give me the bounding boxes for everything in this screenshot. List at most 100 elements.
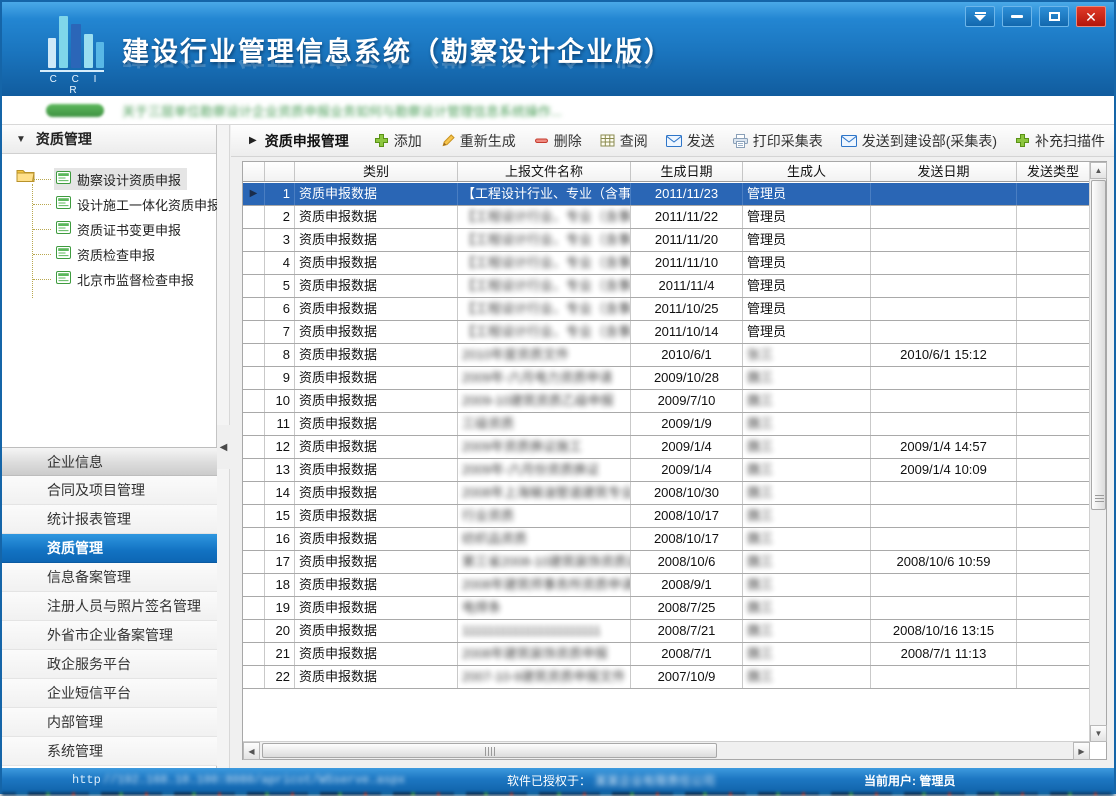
column-header-上报文件名称[interactable]: 上报文件名称: [458, 162, 631, 181]
filename-cell: 2008年建筑装饰资质申报: [458, 643, 631, 665]
table-row[interactable]: 6资质申报数据【工程设计行业、专业（含事务所...2011/10/25管理员: [243, 298, 1090, 321]
category-cell: 资质申报数据: [295, 436, 458, 458]
sidebar-item-外省市企业备案管理[interactable]: 外省市企业备案管理: [2, 621, 217, 650]
table-row[interactable]: 15资质申报数据行业资质2008/10/17魏三: [243, 505, 1090, 528]
chevron-down-icon: ▼: [16, 134, 26, 145]
maximize-button[interactable]: [1039, 6, 1069, 27]
table-row[interactable]: 13资质申报数据2009年-六月份资质换证2009/1/4魏三2009/1/4 …: [243, 459, 1090, 482]
table-row[interactable]: 21资质申报数据2008年建筑装饰资质申报2008/7/1魏三2008/7/1 …: [243, 643, 1090, 666]
toolbar-button-添加[interactable]: 添加: [374, 131, 422, 151]
tree-panel-header[interactable]: ▼ 资质管理: [2, 125, 216, 154]
vertical-scroll-thumb[interactable]: [1091, 180, 1106, 510]
sidebar-item-内部管理[interactable]: 内部管理: [2, 708, 217, 737]
table-row[interactable]: 5资质申报数据【工程设计行业、专业（含事务所...2011/11/4管理员: [243, 275, 1090, 298]
toolbar-button-删除[interactable]: 删除: [534, 131, 582, 151]
tree-item-资质证书变更申报[interactable]: 资质证书变更申报: [54, 218, 187, 240]
horizontal-scroll-thumb[interactable]: [262, 743, 717, 758]
minimize-button[interactable]: [1002, 6, 1032, 27]
close-button[interactable]: ✕: [1076, 6, 1106, 27]
tree-item-设计施工一体化资质申报[interactable]: 设计施工一体化资质申报: [54, 193, 226, 215]
toolbar-button-打印采集表[interactable]: 打印采集表: [733, 131, 823, 151]
table-row[interactable]: 14资质申报数据2008年上海输油管道建筑专业资质...2008/10/30魏三: [243, 482, 1090, 505]
generated-date-cell: 2008/9/1: [631, 574, 743, 596]
grid-body: ▶1资质申报数据【工程设计行业、专业（含事务所...2011/11/23管理员2…: [243, 183, 1090, 689]
sidebar-item-统计报表管理[interactable]: 统计报表管理: [2, 505, 217, 534]
scroll-down-button[interactable]: ▼: [1090, 725, 1107, 742]
generated-date-cell: 2009/1/9: [631, 413, 743, 435]
sidebar-item-企业信息[interactable]: 企业信息: [2, 447, 217, 476]
sidebar-item-资质管理[interactable]: 资质管理: [2, 534, 217, 563]
sidebar-menu: 企业信息合同及项目管理统计报表管理资质管理信息备案管理注册人员与照片签名管理外省…: [2, 447, 217, 766]
row-number-cell: 19: [265, 597, 295, 619]
collapse-panel-button[interactable]: ◀: [217, 425, 230, 469]
horizontal-scrollbar[interactable]: ◀ ▶: [243, 741, 1090, 759]
table-row[interactable]: 9资质申报数据2009年-六月电力资质申请2009/10/28魏三: [243, 367, 1090, 390]
sidebar-item-信息备案管理[interactable]: 信息备案管理: [2, 563, 217, 592]
table-row[interactable]: 10资质申报数据2009-10建筑资质乙级申报2009/7/10魏三: [243, 390, 1090, 413]
table-row[interactable]: 20资质申报数据11111111111111111111112008/7/21魏…: [243, 620, 1090, 643]
column-header-生成日期[interactable]: 生成日期: [631, 162, 743, 181]
send-type-cell: [1017, 367, 1090, 389]
generated-date-cell: 2009/1/4: [631, 459, 743, 481]
table-row[interactable]: 11资质申报数据三级资质2009/1/9魏三: [243, 413, 1090, 436]
tray-button[interactable]: [965, 6, 995, 27]
table-row[interactable]: 12资质申报数据2009年资质换证施工2009/1/4魏三2009/1/4 14…: [243, 436, 1090, 459]
table-row[interactable]: ▶1资质申报数据【工程设计行业、专业（含事务所...2011/11/23管理员: [243, 183, 1090, 206]
generated-by-cell: 魏三: [743, 597, 871, 619]
module-title-label: 资质申报管理: [265, 131, 349, 151]
row-number-cell: 10: [265, 390, 295, 412]
toolbar-button-查阅[interactable]: 查阅: [600, 131, 648, 151]
table-row[interactable]: 17资质申报数据第三省2008-10建筑装饰资质运输2008/10/6魏三200…: [243, 551, 1090, 574]
vertical-scrollbar[interactable]: ▲ ▼: [1089, 162, 1106, 742]
tree-item-label: 设计施工一体化资质申报: [77, 195, 220, 214]
row-number-cell: 16: [265, 528, 295, 550]
column-header-类别[interactable]: 类别: [295, 162, 458, 181]
row-number-cell: 14: [265, 482, 295, 504]
scroll-right-button[interactable]: ▶: [1073, 742, 1090, 760]
row-selector-cell: [243, 229, 265, 251]
sidebar-item-企业短信平台[interactable]: 企业短信平台: [2, 679, 217, 708]
notice-text[interactable]: 关于三层单位勘察设计企业资质申报业务如何与勘察设计管理信息系统操作...: [122, 101, 562, 120]
table-row[interactable]: 19资质申报数据电焊条2008/7/25魏三: [243, 597, 1090, 620]
column-header-blank[interactable]: [265, 162, 295, 181]
toolbar-button-重新生成[interactable]: 重新生成: [440, 131, 516, 151]
tree-item-北京市监督检查申报[interactable]: 北京市监督检查申报: [54, 268, 200, 290]
generated-date-cell: 2011/11/4: [631, 275, 743, 297]
scroll-up-button[interactable]: ▲: [1090, 162, 1107, 179]
table-row[interactable]: 4资质申报数据【工程设计行业、专业（含事务所...2011/11/10管理员: [243, 252, 1090, 275]
send-date-cell: [871, 574, 1017, 596]
generated-by-cell: 管理员: [743, 321, 871, 343]
toolbar-button-补充扫描件[interactable]: 补充扫描件: [1015, 131, 1105, 151]
tree-item-资质检查申报[interactable]: 资质检查申报: [54, 243, 161, 265]
send-date-cell: 2008/10/6 10:59: [871, 551, 1017, 573]
sidebar-item-合同及项目管理[interactable]: 合同及项目管理: [2, 476, 217, 505]
tree-connector-line: [33, 179, 51, 180]
toolbar: ▶ 资质申报管理 添加重新生成删除查阅发送打印采集表发送到建设部(采集表)补充扫…: [231, 125, 1114, 157]
table-row[interactable]: 18资质申报数据2008年建筑师事务所资质申请2008/9/1魏三: [243, 574, 1090, 597]
table-row[interactable]: 16资质申报数据纺织品资质2008/10/17魏三: [243, 528, 1090, 551]
filename-cell: 【工程设计行业、专业（含事务所...: [458, 275, 631, 297]
sidebar-item-注册人员与照片签名管理[interactable]: 注册人员与照片签名管理: [2, 592, 217, 621]
sidebar-item-系统管理[interactable]: 系统管理: [2, 737, 217, 766]
license-label: 软件已授权于：: [507, 772, 591, 789]
toolbar-button-发送[interactable]: 发送: [666, 131, 715, 151]
toolbar-button-label: 删除: [554, 131, 582, 151]
send-type-cell: [1017, 574, 1090, 596]
table-row[interactable]: 22资质申报数据2007-10-9建筑资质申报文件2007/10/9魏三: [243, 666, 1090, 689]
sidebar-item-政企服务平台[interactable]: 政企服务平台: [2, 650, 217, 679]
category-cell: 资质申报数据: [295, 390, 458, 412]
column-header-发送日期[interactable]: 发送日期: [871, 162, 1017, 181]
table-row[interactable]: 2资质申报数据【工程设计行业、专业（含事务所...2011/11/22管理员: [243, 206, 1090, 229]
column-header-blank[interactable]: [243, 162, 265, 181]
table-row[interactable]: 3资质申报数据【工程设计行业、专业（含事务所...2011/11/20管理员: [243, 229, 1090, 252]
toolbar-button-发送到建设部(采集表)[interactable]: 发送到建设部(采集表): [841, 131, 997, 151]
title-bar: C C I R 建设行业管理信息系统（勘察设计企业版） 建设行业管理信息系统（勘…: [2, 2, 1114, 96]
column-header-发送类型[interactable]: 发送类型: [1017, 162, 1090, 181]
tree-item-勘察设计资质申报[interactable]: 勘察设计资质申报: [54, 168, 187, 190]
table-row[interactable]: 8资质申报数据2010年度资质文件2010/6/1张三2010/6/1 15:1…: [243, 344, 1090, 367]
tree-connector-line: [33, 254, 51, 255]
category-cell: 资质申报数据: [295, 551, 458, 573]
column-header-生成人[interactable]: 生成人: [743, 162, 871, 181]
table-row[interactable]: 7资质申报数据【工程设计行业、专业（含事务所...2011/10/14管理员: [243, 321, 1090, 344]
scroll-left-button[interactable]: ◀: [243, 742, 260, 760]
